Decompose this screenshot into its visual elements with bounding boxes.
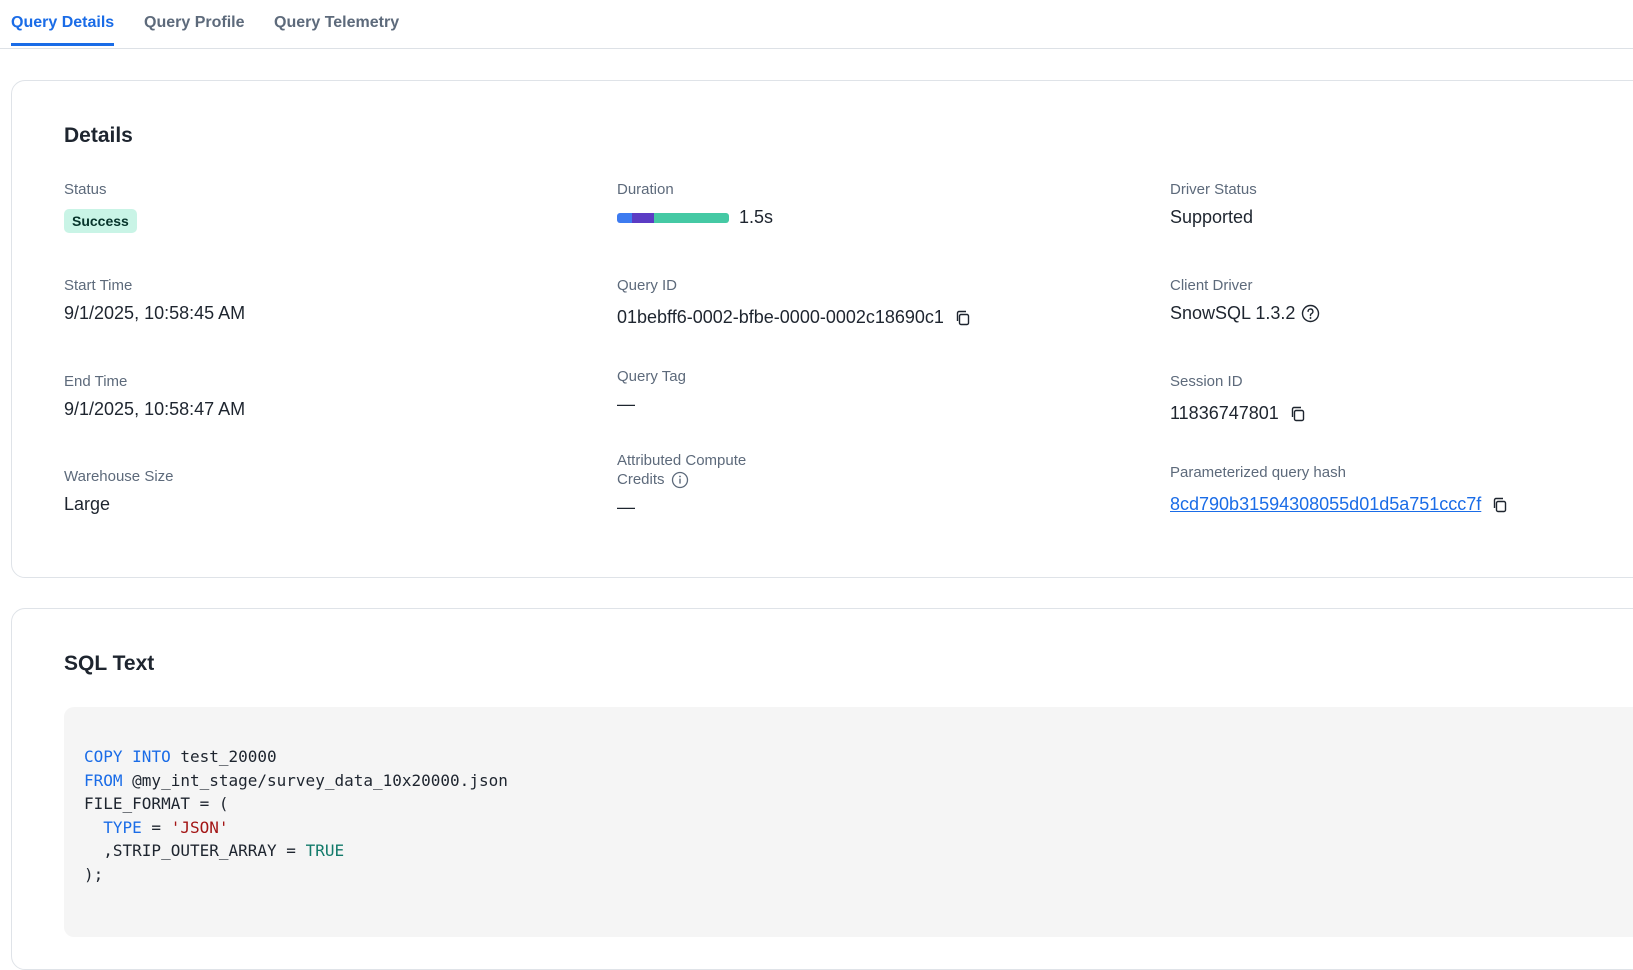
sql-token: TYPE: [103, 817, 142, 837]
start-time-label: Start Time: [64, 277, 133, 294]
sql-line: );: [84, 863, 1633, 887]
copy-icon[interactable]: [1491, 496, 1509, 514]
warehouse-size-label: Warehouse Size: [64, 468, 174, 485]
session-id-value: 11836747801: [1170, 403, 1279, 423]
query-tag-value: —: [617, 394, 635, 414]
end-time-label: End Time: [64, 373, 128, 390]
session-id-field: Session ID 11836747801: [1170, 372, 1307, 424]
details-title: Details: [64, 124, 133, 147]
sql-line: FILE_FORMAT = (: [84, 792, 1633, 816]
duration-value: 1.5s: [739, 207, 774, 227]
warehouse-size-value: Large: [64, 494, 111, 514]
client-driver-label: Client Driver: [1170, 277, 1253, 294]
query-hash-field: Parameterized query hash 8cd790b31594308…: [1170, 463, 1509, 515]
tab-query-profile[interactable]: Query Profile: [144, 14, 244, 45]
query-id-label: Query ID: [617, 277, 678, 294]
sql-token: 'JSON': [170, 817, 229, 837]
tab-query-details[interactable]: Query Details: [11, 14, 115, 46]
driver-status-value: Supported: [1170, 207, 1254, 227]
query-hash-row: 8cd790b31594308055d01d5a751ccc7f: [1170, 494, 1509, 515]
duration-bar[interactable]: [617, 212, 729, 223]
duration-row: 1.5s: [617, 207, 773, 228]
duration-label: Duration: [617, 181, 674, 198]
client-driver-field: Client Driver SnowSQL 1.3.2: [1170, 276, 1320, 324]
sql-token: );: [84, 864, 104, 884]
copy-icon[interactable]: [954, 309, 972, 327]
sql-line: TYPE = 'JSON': [84, 816, 1633, 840]
sql-card: SQL Text COPY INTO test_20000 FROM @my_in…: [11, 608, 1633, 970]
question-circle-icon[interactable]: [1301, 304, 1320, 323]
end-time-value: 9/1/2025, 10:58:47 AM: [64, 399, 246, 419]
status-badge: Success: [64, 209, 137, 233]
query-id-value: 01bebff6-0002-bfbe-0000-0002c18690c1: [617, 307, 944, 327]
credits-label-line1: Attributed Compute: [617, 452, 747, 469]
tab-bar: Query Details Query Profile Query Teleme…: [0, 0, 1633, 49]
duration-bar-segment: [631, 212, 654, 223]
driver-status-label: Driver Status: [1170, 181, 1257, 198]
credits-value: —: [617, 497, 635, 517]
info-circle-icon[interactable]: [671, 471, 689, 489]
sql-token: test_20000: [170, 747, 277, 766]
query-hash-link[interactable]: 8cd790b31594308055d01d5a751ccc7f: [1170, 494, 1481, 515]
tab-query-telemetry[interactable]: Query Telemetry: [274, 14, 399, 45]
driver-status-field: Driver Status Supported: [1170, 180, 1257, 228]
status-label: Status: [64, 181, 107, 198]
sql-line: COPY INTO test_20000: [84, 745, 1633, 769]
query-id-row: 01bebff6-0002-bfbe-0000-0002c18690c1: [617, 307, 972, 328]
credits-label-row: Credits: [617, 470, 746, 489]
start-time-field: Start Time 9/1/2025, 10:58:45 AM: [64, 276, 245, 324]
session-id-label: Session ID: [1170, 373, 1243, 390]
duration-bar-segment: [653, 212, 729, 223]
sql-line: FROM @my_int_stage/survey_data_10x20000.…: [84, 769, 1633, 793]
details-card: Details Status Success Start Time 9/1/20…: [11, 80, 1633, 578]
query-tag-field: Query Tag —: [617, 367, 686, 415]
duration-bar-segment: [617, 212, 632, 223]
sql-token: COPY: [84, 747, 123, 766]
status-field: Status Success: [64, 180, 137, 233]
sql-token: FILE_FORMAT = (: [84, 794, 229, 813]
sql-title: SQL Text: [64, 652, 155, 675]
sql-token: @my_int_stage/survey_data_10x20000.json: [122, 770, 508, 790]
copy-icon[interactable]: [1289, 405, 1307, 423]
start-time-value: 9/1/2025, 10:58:45 AM: [64, 303, 246, 323]
credits-field: Attributed Compute Credits —: [617, 451, 746, 518]
duration-field: Duration 1.5s: [617, 180, 773, 228]
sql-token: FROM: [84, 770, 123, 790]
sql-code-block[interactable]: COPY INTO test_20000 FROM @my_int_stage/s…: [64, 707, 1633, 937]
sql-line: ,STRIP_OUTER_ARRAY = TRUE: [84, 839, 1633, 863]
sql-token: =: [141, 817, 171, 837]
sql-token: ,STRIP_OUTER_ARRAY =: [84, 841, 306, 860]
credits-label-line2: Credits: [617, 471, 665, 488]
query-id-field: Query ID 01bebff6-0002-bfbe-0000-0002c18…: [617, 276, 972, 328]
query-hash-label: Parameterized query hash: [1170, 464, 1346, 481]
client-driver-row: SnowSQL 1.3.2: [1170, 303, 1320, 324]
end-time-field: End Time 9/1/2025, 10:58:47 AM: [64, 372, 245, 420]
client-driver-value: SnowSQL 1.3.2: [1170, 303, 1296, 323]
sql-token: TRUE: [305, 841, 345, 860]
warehouse-size-field: Warehouse Size Large: [64, 467, 174, 515]
sql-token: INTO: [132, 747, 171, 766]
query-tag-label: Query Tag: [617, 368, 686, 385]
session-id-row: 11836747801: [1170, 403, 1307, 424]
